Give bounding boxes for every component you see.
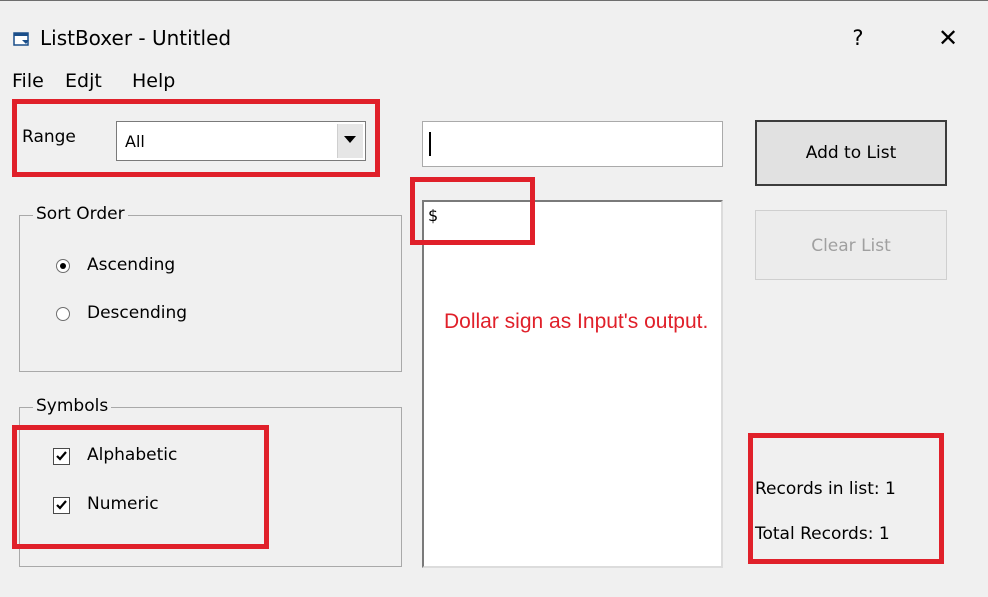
- descending-label: Descending: [87, 303, 188, 323]
- descending-radio[interactable]: [56, 307, 70, 321]
- text-caret: [429, 132, 431, 156]
- highlight-records-box: [748, 433, 944, 564]
- highlight-dollar-box: [410, 177, 535, 245]
- clear-list-button[interactable]: Clear List: [755, 210, 947, 280]
- window-title: ListBoxer - Untitled: [40, 26, 232, 50]
- symbols-title: Symbols: [33, 396, 112, 416]
- highlight-symbols-box: [12, 425, 269, 549]
- add-to-list-label: Add to List: [805, 143, 897, 163]
- close-button[interactable]: ✕: [920, 20, 976, 56]
- ascending-radio[interactable]: [56, 259, 70, 273]
- annotation-text: Dollar sign as Input's output.: [444, 310, 709, 333]
- sort-descending-option[interactable]: Descending: [56, 303, 256, 331]
- ascending-label: Ascending: [87, 255, 176, 275]
- clear-list-label: Clear List: [811, 236, 891, 256]
- menu-file[interactable]: File: [12, 70, 44, 92]
- app-window-icon: [13, 31, 31, 47]
- sort-order-title: Sort Order: [33, 204, 128, 224]
- highlight-range-box: [12, 99, 380, 177]
- add-to-list-button[interactable]: Add to List: [755, 120, 947, 186]
- radio-selected-dot: [60, 263, 66, 269]
- help-button[interactable]: ?: [838, 20, 878, 56]
- sort-ascending-option[interactable]: Ascending: [56, 255, 256, 283]
- sort-order-group: [19, 215, 402, 372]
- entry-input[interactable]: [422, 121, 723, 167]
- menu-help[interactable]: Help: [132, 70, 175, 92]
- records-listbox[interactable]: $: [422, 200, 723, 568]
- menu-edit[interactable]: Edjt: [65, 70, 102, 92]
